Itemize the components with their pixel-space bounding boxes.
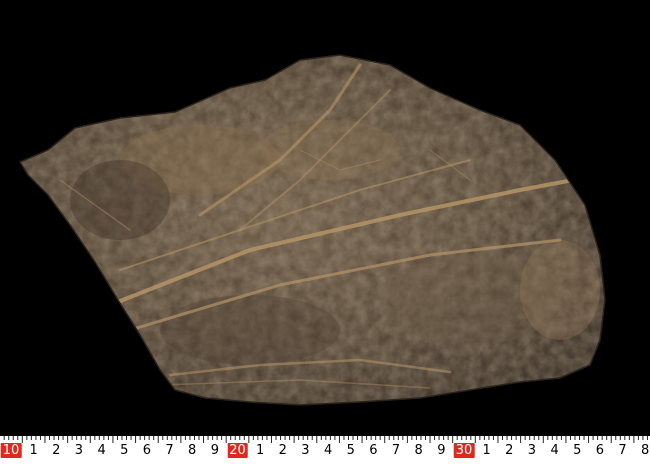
ruler-labels: 10 1 2 3 4 5 6 7 8 9 20 1 2 3 4 5 6 7 8 9 30 1 2 3 4 5 6 7 8 — [0, 439, 650, 464]
ruler-label: 20 — [227, 443, 248, 458]
ruler-label: 10 — [0, 443, 22, 458]
ruler-label: 7 — [618, 443, 627, 458]
ruler-label: 4 — [550, 443, 559, 458]
ruler-label: 3 — [527, 443, 537, 458]
ruler-label: 4 — [97, 443, 106, 458]
ruler-label: 3 — [301, 443, 310, 458]
ruler-label: 30 — [453, 443, 475, 458]
ruler-label: 2 — [505, 443, 514, 458]
ruler-label: 6 — [369, 443, 378, 458]
ruler-label: 1 — [256, 443, 265, 458]
ruler-label: 6 — [595, 443, 605, 458]
ruler-label: 1 — [29, 443, 38, 458]
ruler-label: 1 — [482, 443, 491, 458]
ruler-label: 3 — [74, 443, 84, 458]
ruler-label: 2 — [278, 443, 287, 458]
ruler-label: 5 — [346, 443, 355, 458]
ruler-label: 7 — [165, 443, 174, 458]
ruler-label: 8 — [414, 443, 423, 458]
ruler-label: 9 — [210, 443, 219, 458]
ruler-label: 8 — [641, 443, 650, 458]
ruler-label: 4 — [323, 443, 333, 458]
fossil-photo — [0, 0, 650, 464]
ruler-label: 2 — [52, 443, 61, 458]
ruler-label: 5 — [573, 443, 582, 458]
ruler-label: 5 — [120, 443, 129, 458]
ruler-label: 9 — [437, 443, 446, 458]
ruler-label: 8 — [188, 443, 197, 458]
ruler-label: 6 — [142, 443, 152, 458]
ruler-label: 7 — [391, 443, 401, 458]
